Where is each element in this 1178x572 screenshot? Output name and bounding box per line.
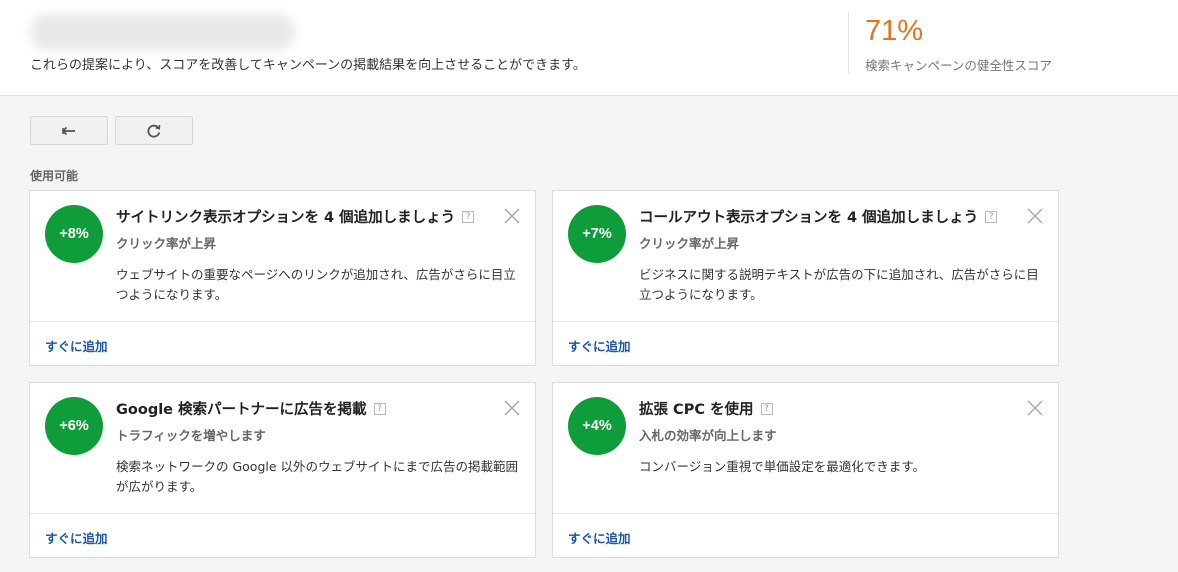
help-icon[interactable]: ? xyxy=(760,402,773,415)
suggestion-card-callouts: +7% コールアウト表示オプションを 4 個追加しましょう ? クリック率が上昇… xyxy=(552,190,1059,366)
close-icon[interactable] xyxy=(1026,207,1044,225)
card-title: コールアウト表示オプションを 4 個追加しましょう ? xyxy=(639,206,998,227)
help-icon[interactable]: ? xyxy=(462,210,475,223)
health-score-label: 検索キャンペーンの健全性スコア xyxy=(865,58,1052,73)
refresh-icon xyxy=(147,124,161,138)
health-score-block: 71% 検索キャンペーンの健全性スコア xyxy=(848,12,1052,74)
card-title: サイトリンク表示オプションを 4 個追加しましょう ? xyxy=(116,206,475,227)
blurred-campaign-name xyxy=(30,14,295,50)
add-now-link[interactable]: すぐに追加 xyxy=(45,528,108,547)
score-impact-badge: +7% xyxy=(568,205,626,263)
card-title-text: コールアウト表示オプションを 4 個追加しましょう xyxy=(639,210,979,226)
card-subtitle: クリック率が上昇 xyxy=(639,236,740,251)
card-description: ウェブサイトの重要なページへのリンクが追加され、広告がさらに目立つようになります… xyxy=(116,267,516,302)
page-header: これらの提案により、スコアを改善してキャンペーンの掲載結果を向上させることができ… xyxy=(0,0,1178,96)
score-impact-badge: +4% xyxy=(568,397,626,455)
section-label-available: 使用可能 xyxy=(30,169,79,183)
card-subtitle: トラフィックを増やします xyxy=(116,428,266,443)
suggestion-card-search-partners: +6% Google 検索パートナーに広告を掲載 ? トラフィックを増やします … xyxy=(29,382,536,558)
card-description: 検索ネットワークの Google 以外のウェブサイトにまで広告の掲載範囲が広がり… xyxy=(116,459,519,494)
card-divider xyxy=(30,513,535,514)
card-title: 拡張 CPC を使用 ? xyxy=(639,398,773,419)
card-title: Google 検索パートナーに広告を掲載 ? xyxy=(116,398,386,419)
help-icon[interactable]: ? xyxy=(373,402,386,415)
help-icon[interactable]: ? xyxy=(985,210,998,223)
close-icon[interactable] xyxy=(1026,399,1044,417)
back-arrow-icon xyxy=(61,126,75,135)
card-divider xyxy=(30,321,535,322)
card-title-text: Google 検索パートナーに広告を掲載 xyxy=(116,402,367,418)
card-subtitle: 入札の効率が向上します xyxy=(639,428,777,443)
add-now-link[interactable]: すぐに追加 xyxy=(45,336,108,355)
close-icon[interactable] xyxy=(503,399,521,417)
card-title-text: 拡張 CPC を使用 xyxy=(639,402,754,418)
close-icon[interactable] xyxy=(503,207,521,225)
score-impact-badge: +8% xyxy=(45,205,103,263)
card-description: コンバージョン重視で単価設定を最適化できます。 xyxy=(639,459,926,474)
add-now-link[interactable]: すぐに追加 xyxy=(568,336,631,355)
card-divider xyxy=(553,321,1058,322)
add-now-link[interactable]: すぐに追加 xyxy=(568,528,631,547)
health-score-value: 71% xyxy=(865,15,924,47)
card-title-text: サイトリンク表示オプションを 4 個追加しましょう xyxy=(116,210,456,226)
suggestion-card-sitelinks: +8% サイトリンク表示オプションを 4 個追加しましょう ? クリック率が上昇… xyxy=(29,190,536,366)
back-button[interactable] xyxy=(30,116,108,145)
score-impact-badge: +6% xyxy=(45,397,103,455)
card-divider xyxy=(553,513,1058,514)
refresh-button[interactable] xyxy=(115,116,193,145)
card-description: ビジネスに関する説明テキストが広告の下に追加され、広告がさらに目立つようになりま… xyxy=(639,267,1039,302)
header-description: これらの提案により、スコアを改善してキャンペーンの掲載結果を向上させることができ… xyxy=(30,58,586,73)
card-subtitle: クリック率が上昇 xyxy=(116,236,217,251)
suggestion-card-enhanced-cpc: +4% 拡張 CPC を使用 ? 入札の効率が向上します コンバージョン重視で単… xyxy=(552,382,1059,558)
